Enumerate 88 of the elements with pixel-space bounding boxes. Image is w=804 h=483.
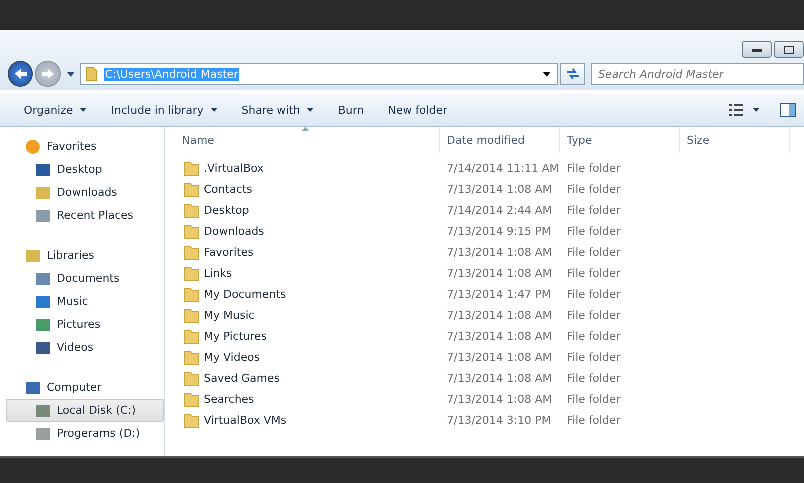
sidebar-item[interactable]: Computer — [0, 376, 164, 399]
date-cell-text: 7/13/2014 1:08 AM — [446, 393, 554, 406]
sidebar-item[interactable]: Documents — [0, 267, 164, 290]
toolbar-button[interactable]: Organize — [14, 100, 98, 120]
type-cell-text: File folder — [566, 372, 622, 385]
folder-icon — [184, 182, 200, 198]
folder-icon — [184, 224, 200, 240]
folder-icon — [184, 202, 200, 218]
caret-icon — [753, 108, 760, 112]
folder-icon — [184, 308, 200, 324]
file-name[interactable]: My Documents — [165, 286, 440, 302]
type-cell-text: File folder — [566, 162, 622, 175]
maximize-button[interactable] — [774, 41, 804, 58]
back-button[interactable] — [8, 61, 34, 87]
file-name[interactable]: My Pictures — [165, 328, 440, 344]
date-cell-text: 7/13/2014 1:08 AM — [446, 309, 554, 322]
type-cell-text: File folder — [566, 288, 622, 301]
sidebar-item[interactable]: Local Disk (C:) — [6, 399, 164, 422]
file-name[interactable]: Desktop — [165, 202, 440, 218]
sidebar-item[interactable]: Music — [0, 290, 164, 313]
type-cell-text: File folder — [566, 351, 622, 364]
date-cell-text: 7/13/2014 1:47 PM — [446, 288, 552, 301]
file-name[interactable]: VirtualBox VMs — [165, 412, 440, 428]
search-field[interactable]: Search Android Master — [591, 63, 804, 85]
sidebar-item[interactable]: Desktop — [0, 158, 164, 181]
folder-icon — [184, 350, 200, 366]
toolbar-button[interactable]: Share with — [232, 100, 324, 120]
column-header[interactable]: Size — [680, 127, 790, 153]
type-cell-text: File folder — [566, 309, 622, 322]
type-cell-text: File folder — [566, 393, 622, 406]
date-cell-text: 7/14/2014 2:44 AM — [446, 204, 554, 217]
type-cell-text: File folder — [566, 204, 622, 217]
folder-icon — [184, 286, 200, 302]
file-name[interactable]: Favorites — [165, 244, 440, 260]
sidebar-item[interactable]: Pictures — [0, 313, 164, 336]
left-arrow-icon — [14, 68, 28, 80]
date-cell-text: 7/13/2014 9:15 PM — [446, 225, 552, 238]
file-name[interactable]: Contacts — [165, 182, 440, 198]
folder-icon — [184, 160, 200, 176]
minimize-button[interactable] — [742, 41, 772, 58]
type-cell-text: File folder — [566, 330, 622, 343]
date-cell-text: 7/13/2014 1:08 AM — [446, 267, 554, 280]
folder-icon — [184, 412, 200, 428]
date-cell-text: 7/13/2014 1:08 AM — [446, 246, 554, 259]
folder-icon — [184, 392, 200, 408]
caret-icon[interactable] — [543, 72, 552, 76]
refresh-icon — [564, 67, 581, 81]
file-name[interactable]: Searches — [165, 392, 440, 408]
column-header[interactable]: Date modified — [440, 127, 560, 153]
maximize-icon — [784, 46, 794, 54]
file-name[interactable]: Downloads — [165, 224, 440, 240]
sidebar-item[interactable]: Recent Places — [0, 204, 164, 227]
date-cell-text: 7/13/2014 1:08 AM — [446, 372, 554, 385]
sidebar-item[interactable]: Videos — [0, 336, 164, 359]
folder-icon — [184, 244, 200, 260]
minimize-icon — [752, 48, 762, 52]
type-cell-text: File folder — [566, 183, 622, 196]
file-name[interactable]: My Videos — [165, 350, 440, 366]
refresh-button[interactable] — [560, 63, 586, 85]
date-cell-text: 7/13/2014 3:10 PM — [446, 414, 552, 427]
sidebar-item[interactable]: Progerams (D:) — [0, 422, 164, 445]
file-name[interactable]: My Music — [165, 308, 440, 324]
folder-icon — [184, 266, 200, 282]
date-cell-text: 7/13/2014 1:08 AM — [446, 351, 554, 364]
caret-icon[interactable] — [66, 72, 74, 76]
type-cell-text: File folder — [566, 225, 622, 238]
folder-icon — [184, 370, 200, 386]
date-cell-text: 7/13/2014 1:08 AM — [446, 330, 554, 343]
file-name[interactable]: Links — [165, 266, 440, 282]
right-arrow-icon — [40, 68, 55, 80]
list-view-icon — [729, 104, 743, 116]
preview-pane-icon — [780, 103, 796, 117]
type-cell-text: File folder — [566, 267, 622, 280]
date-cell-text: 7/13/2014 1:08 AM — [446, 183, 554, 196]
sidebar-item[interactable]: Downloads — [0, 181, 164, 204]
file-name[interactable]: .VirtualBox — [165, 160, 440, 176]
toolbar-button[interactable]: Include in library — [101, 100, 228, 120]
folder-icon — [184, 328, 200, 344]
toolbar-button[interactable]: New folder — [378, 100, 458, 120]
type-cell-text: File folder — [566, 246, 622, 259]
toolbar-button[interactable]: Burn — [328, 100, 374, 120]
folder-icon — [86, 66, 98, 82]
file-name[interactable]: Saved Games — [165, 370, 440, 386]
date-cell-text: 7/14/2014 11:11 AM — [446, 162, 560, 175]
type-cell-text: File folder — [566, 414, 622, 427]
sidebar-item[interactable]: Libraries — [0, 244, 164, 267]
sidebar-item[interactable]: Favorites — [0, 135, 164, 158]
column-header[interactable]: Type — [560, 127, 680, 153]
